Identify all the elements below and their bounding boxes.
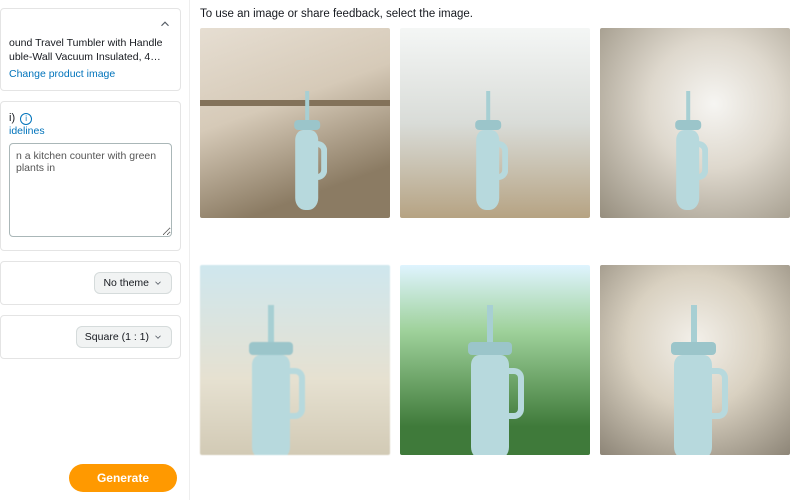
theme-select-label: No theme bbox=[103, 277, 149, 289]
result-thumb[interactable] bbox=[200, 28, 390, 218]
aspect-row: Square (1 : 1) bbox=[0, 315, 181, 359]
theme-select[interactable]: No theme bbox=[94, 272, 172, 294]
shelf-graphic bbox=[200, 100, 390, 106]
theme-row: No theme bbox=[0, 261, 181, 305]
product-panel: ound Travel Tumbler with Handle uble-Wal… bbox=[0, 8, 181, 91]
main-area: To use an image or share feedback, selec… bbox=[190, 0, 800, 500]
result-thumb[interactable] bbox=[600, 28, 790, 218]
tumbler-graphic bbox=[287, 108, 333, 211]
collapse-icon[interactable] bbox=[158, 17, 172, 34]
prompt-textarea[interactable] bbox=[9, 143, 172, 237]
generate-button[interactable]: Generate bbox=[69, 464, 177, 492]
result-thumb[interactable] bbox=[200, 265, 390, 455]
prompt-options-label: i) bbox=[9, 112, 15, 124]
info-icon[interactable]: i bbox=[20, 113, 32, 125]
tumbler-graphic bbox=[661, 326, 737, 455]
tumbler-graphic bbox=[468, 108, 514, 211]
guidelines-link[interactable]: idelines bbox=[9, 125, 45, 137]
helper-text: To use an image or share feedback, selec… bbox=[200, 8, 790, 20]
results-grid bbox=[200, 28, 790, 492]
result-thumb[interactable] bbox=[400, 28, 590, 218]
tumbler-graphic bbox=[457, 326, 533, 455]
tumbler-graphic bbox=[238, 326, 314, 455]
prompt-panel: i) i idelines bbox=[0, 101, 181, 251]
tumbler-graphic bbox=[668, 108, 714, 211]
aspect-select-label: Square (1 : 1) bbox=[85, 331, 149, 343]
result-thumb[interactable] bbox=[400, 265, 590, 455]
result-thumb[interactable] bbox=[600, 265, 790, 455]
chevron-down-icon bbox=[153, 332, 163, 342]
product-title: ound Travel Tumbler with Handle uble-Wal… bbox=[9, 37, 172, 64]
change-product-image-link[interactable]: Change product image bbox=[9, 68, 115, 80]
aspect-select[interactable]: Square (1 : 1) bbox=[76, 326, 172, 348]
chevron-down-icon bbox=[153, 278, 163, 288]
sidebar: ound Travel Tumbler with Handle uble-Wal… bbox=[0, 0, 190, 500]
